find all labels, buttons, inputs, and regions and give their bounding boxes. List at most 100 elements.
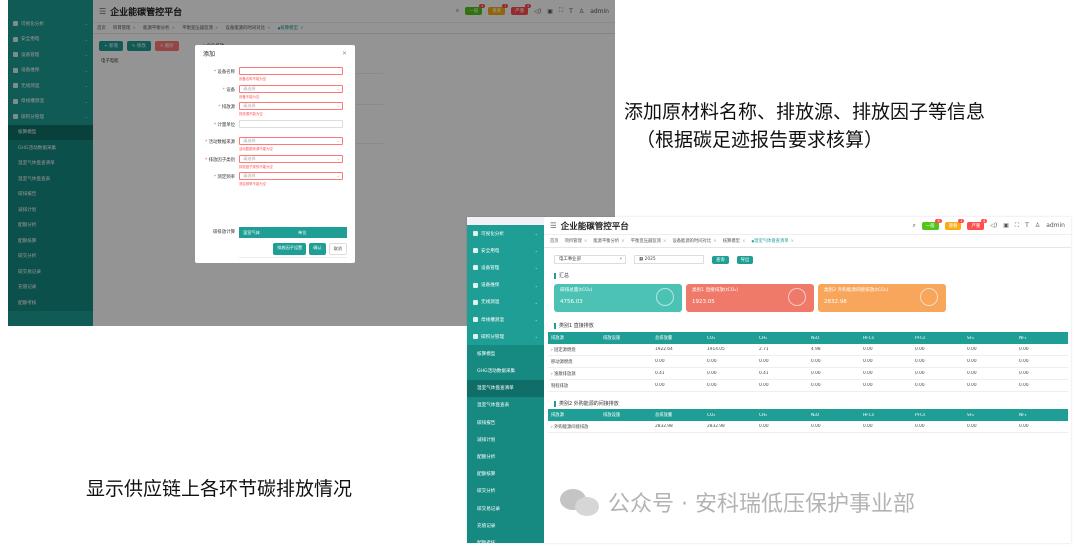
sidebar-item-label: 减排计划 [477,437,496,443]
sidebar-item[interactable]: 母线槽测温 ⌄ [467,311,544,328]
header-cell: HFCs [863,335,874,341]
field-input[interactable]: 请选择 ⌄ [239,84,343,93]
table-cell: 0.00 [863,371,873,376]
sidebar-item[interactable]: 可视化分析 ⌄ [467,225,544,242]
header-right: ⌕ 一般 4 重要 1 严重 4 ◁) ▣ ⛶ T ♙ admin [913,218,1065,230]
sidebar-item-label: 无线测温 [481,300,500,306]
tab-label: 平衡变压器监测 [630,239,661,244]
field-input[interactable] [239,67,343,75]
top-header: ☰ 企业能碳管控平台 ⌕ 一般 4 重要 1 严重 4 ◁) ▣ ⛶ T ♙ admi… [544,217,1071,234]
confirm-button[interactable]: 确认 [309,243,326,255]
wechat-icon [560,487,600,517]
tab-item[interactable]: 项目管理 × [565,238,588,245]
field-label: * 排放源 [201,104,235,110]
sidebar-item[interactable]: 碳排报告 [467,414,544,432]
sidebar-item[interactable]: 温室气体盘查清单 [467,379,544,397]
tab-item[interactable]: 首页 [550,238,559,244]
table-cell: 0.00 [863,383,873,388]
year-picker[interactable]: ▦ 2025 [634,255,704,264]
sidebar-item[interactable]: 碳积分管理 ⌄ [467,328,544,345]
field-input[interactable]: 请选择 ⌄ [239,137,343,145]
close-icon[interactable]: × [663,239,667,244]
table-header: 排放源 排放设施 总排放量 CO₂ CH₄ N₂O HFCs PFCs SF₆ NF₃ [548,332,1068,344]
volume-icon[interactable]: ◁) [990,222,997,229]
sidebar-item[interactable]: 设备管理 ⌄ [467,259,544,276]
tab-item[interactable]: 设备能源的时间对比 × [672,238,717,245]
user-name[interactable]: admin [1046,222,1065,229]
header-cell: N₂O [811,335,820,341]
query-button[interactable]: 查询 [712,255,729,264]
sidebar-item[interactable]: 无线测温 ⌄ [467,294,544,311]
alarm-badge-severe[interactable]: 严重 4 [967,218,988,230]
company-select[interactable]: 电工事业部 ▾ [554,255,626,264]
sidebar-item[interactable]: 碳交分析 [467,482,544,500]
table-row[interactable]: 制程排放 0.00 0.00 0.00 0.00 0.00 0.00 0.00 0.00 [548,380,1068,392]
table-cell: › 固定源燃烧 [551,347,576,353]
close-icon[interactable]: × [621,239,625,244]
field-input[interactable]: 请选择 ⌄ [239,172,343,180]
sidebar-item-label: 充值记录 [477,523,496,529]
search-icon[interactable]: ⌕ [913,222,916,230]
field-label: * 活动数据来源 [201,139,235,145]
sidebar-item[interactable]: 配额核算 [467,465,544,483]
font-size-icon[interactable]: T [1025,222,1029,229]
sidebar-item[interactable]: 核算模型 [467,345,544,363]
menu-toggle-icon[interactable]: ☰ [550,221,557,230]
close-icon[interactable]: × [713,239,717,244]
chevron-down-icon: ⌄ [336,85,340,91]
field-input[interactable]: 请选择 ⌄ [239,102,343,110]
sidebar-item[interactable]: 配额分析 [467,448,544,466]
sidebar-item[interactable]: 碳交易记录 [467,500,544,518]
factor-settings-button[interactable]: 排放因子设置 [273,243,307,255]
table-cell: 0.00 [759,383,769,388]
chevron-down-icon: ⌄ [336,138,340,143]
sidebar-item[interactable]: 安全用电 ⌄ [467,242,544,259]
sidebar-item-label: 配额核算 [477,472,496,478]
fullscreen-icon[interactable]: ⛶ [1015,222,1019,230]
card-total: 碳排总量(tCO₂) 4756.03 [554,284,682,312]
table-row[interactable]: 移动源燃烧 0.00 0.00 0.00 0.00 0.00 0.00 0.00 0.00 [548,356,1068,368]
sidebar-item[interactable]: 温室气体盘查表 [467,396,544,415]
sidebar-item[interactable]: 减排计划 [467,431,544,449]
table-cell: 0.00 [1019,347,1029,352]
tab-item[interactable]: 平衡变压器监测 × [630,238,667,245]
close-icon[interactable]: × [584,239,588,244]
table-row[interactable]: › 外购能源间接排放 2832.98 2832.98 0.00 0.00 0.00 0.00… [548,421,1068,433]
field-label-text: 设备名称 [217,70,235,75]
sidebar-item[interactable]: GHG活动数据采集 [467,362,544,380]
alarm-badge-normal[interactable]: 一般 4 [921,218,942,230]
fire-icon [788,288,806,306]
alarm-badge-important[interactable]: 重要 1 [944,218,965,230]
export-button[interactable]: 导出 [736,255,754,264]
sidebar-item[interactable]: 充值记录 [467,517,544,535]
table-cell: 制程排放 [551,383,569,389]
sidebar-item[interactable]: 设备维保 ⌄ [467,277,544,294]
screen-icon[interactable]: ▣ [1003,222,1009,229]
field-input[interactable]: 请选择 ⌄ [239,154,343,163]
table-row[interactable]: › 逸散排放源 0.41 0.00 0.41 0.00 0.00 0.00 0.00 0.00 [548,368,1068,380]
gas-table-header: 温室气体 单位 [239,227,347,238]
filter-bar: 电工事业部 ▾ ▦ 2025 查询 导出 [554,255,754,264]
tab-item[interactable]: 核算模型 × [723,238,746,245]
sidebar-item-label: 核算模型 [477,351,496,357]
close-icon[interactable]: ✕ [342,50,347,57]
cancel-button[interactable]: 取消 [328,243,347,255]
field-label-text: 排放因子类别 [208,157,235,163]
shirt-icon[interactable]: ♙ [1035,222,1040,229]
tab-item[interactable]: 能源平衡分析 × [593,238,625,245]
header-cell: CH₄ [759,412,767,418]
table-cell: 2.71 [759,347,769,352]
field-label: * 计量单位 [201,122,235,128]
sidebar-item[interactable]: 配额考核 [467,534,544,543]
field-label-text: 测定频率 [217,175,235,180]
field-label: * 设备名称 [201,69,235,75]
field-input[interactable] [239,119,343,128]
close-icon[interactable]: × [742,239,746,244]
summary-title: 汇总 [554,273,569,279]
table-row[interactable]: › 固定源燃烧 1922.64 1914.05 2.71 4.98 0.00 0.00 0.0… [548,344,1068,356]
header-cell: PFCs [915,412,926,418]
cloud-icon [920,288,938,306]
table-cell: 0.00 [759,359,769,364]
close-icon[interactable]: × [791,239,795,244]
tab-item[interactable]: ● 温室气体盘查清单 × [752,238,795,245]
